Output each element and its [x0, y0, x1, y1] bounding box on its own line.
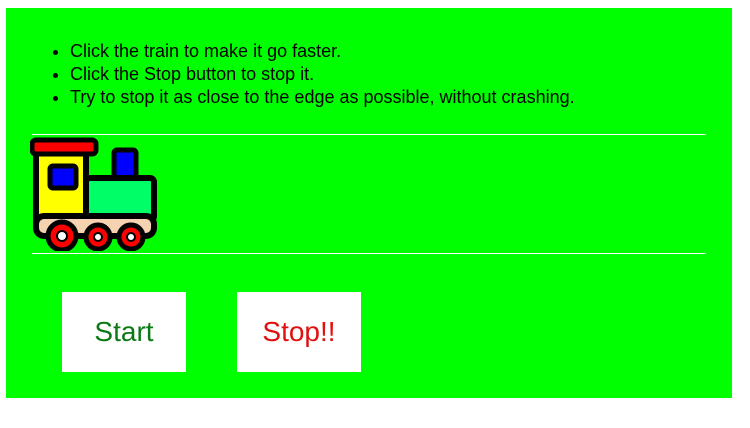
start-button[interactable]: Start — [62, 292, 186, 372]
train-icon[interactable] — [30, 136, 158, 251]
game-panel: Click the train to make it go faster. Cl… — [6, 8, 732, 398]
track-top-line — [32, 134, 706, 135]
track-bottom-line — [32, 253, 706, 254]
instruction-item: Click the Stop button to stop it. — [70, 63, 575, 86]
stop-button[interactable]: Stop!! — [237, 292, 361, 372]
instruction-item: Try to stop it as close to the edge as p… — [70, 86, 575, 109]
instructions-list: Click the train to make it go faster. Cl… — [38, 40, 575, 109]
instruction-item: Click the train to make it go faster. — [70, 40, 575, 63]
